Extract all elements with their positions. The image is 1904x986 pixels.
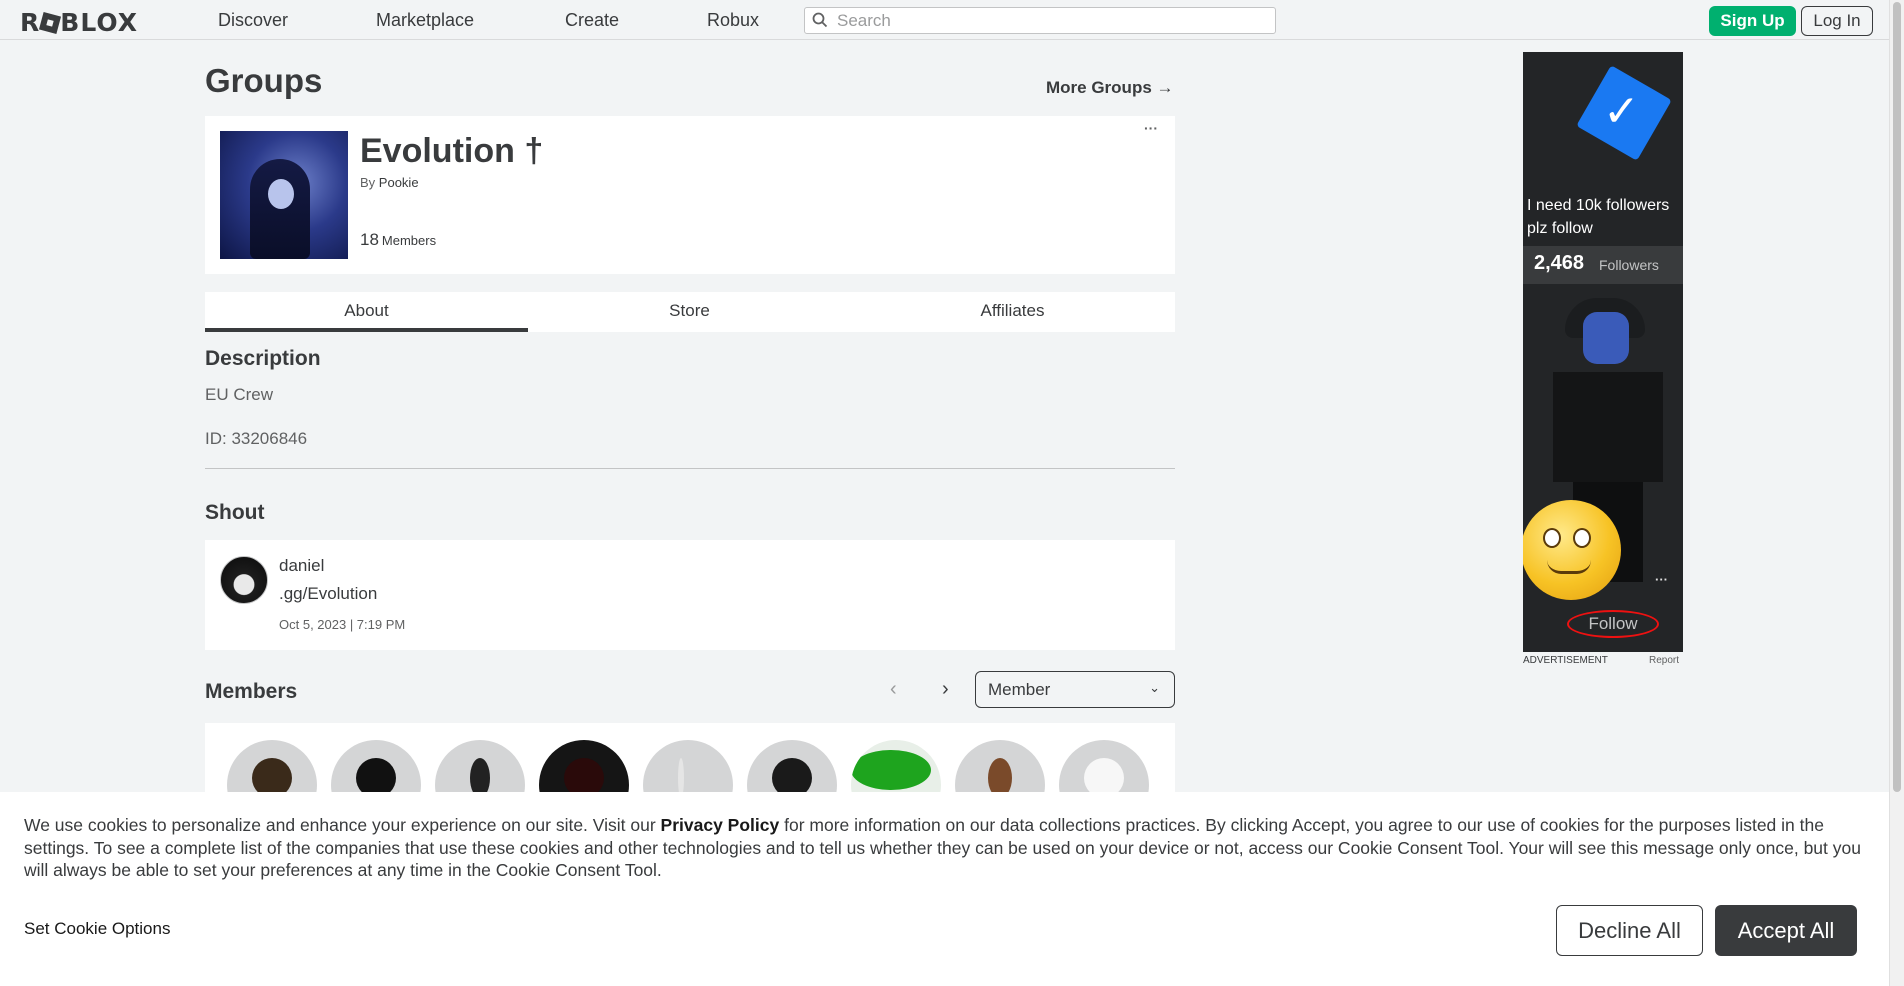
description-heading: Description [205,347,321,370]
member-avatar[interactable] [435,740,525,793]
nav-create[interactable]: Create [565,10,619,31]
cookie-text-intro: We use cookies to personalize and enhanc… [24,815,661,835]
cookie-message: We use cookies to personalize and enhanc… [24,814,1864,882]
member-count-label: Members [381,233,437,248]
more-options-icon[interactable]: ··· [1144,120,1158,136]
ad-text: I need 10k followers plz follow [1527,197,1670,237]
member-avatar[interactable] [539,740,629,793]
more-groups-link[interactable]: More Groups → [1046,78,1174,98]
tab-affiliates[interactable]: Affiliates [851,292,1174,332]
member-avatar[interactable] [955,740,1045,793]
page-title: Groups [205,62,323,99]
member-avatar[interactable] [747,740,837,793]
nav-discover[interactable]: Discover [218,10,288,31]
group-id: ID: 33206846 [205,429,308,448]
roblox-logo[interactable]: R BLOX [20,8,138,37]
group-description: EU Crew [205,385,274,404]
shout-card: daniel .gg/Evolution Oct 5, 2023 | 7:19 … [205,540,1175,650]
ad-followers-label: Followers [1599,257,1659,273]
member-avatar[interactable] [331,740,421,793]
group-owner-line: By Pookie [360,175,419,190]
advertisement-label: ADVERTISEMENT [1523,655,1608,666]
group-name: Evolution † [360,132,544,170]
top-navigation: R BLOX Discover Marketplace Create Robux … [0,0,1889,40]
set-cookie-options-link[interactable]: Set Cookie Options [24,919,170,939]
decline-all-button[interactable]: Decline All [1556,905,1703,956]
search-box [804,7,1276,34]
ad-follow-button[interactable]: Follow [1567,610,1659,638]
group-owner-link[interactable]: Pookie [379,175,419,190]
tab-about[interactable]: About [205,292,528,332]
shout-message: .gg/Evolution [279,584,378,603]
sidebar-advertisement[interactable]: ✓ I need 10k followers plz follow 2,468 … [1523,52,1683,652]
checkmark-icon: ✓ [1603,87,1640,136]
member-avatar[interactable] [1059,740,1149,793]
ad-more-icon: ··· [1655,572,1668,587]
page-scrollbar[interactable] [1889,0,1904,986]
shout-heading: Shout [205,501,265,524]
group-member-count: 18 Members [360,230,436,250]
pleading-emoji-icon [1523,500,1621,600]
ad-followers-count: 2,468 [1534,252,1585,274]
search-input[interactable] [837,10,1267,31]
chevron-down-icon: ⌄ [1149,680,1160,695]
scrollbar-thumb[interactable] [1893,2,1901,792]
chevron-right-icon[interactable]: › [942,678,949,701]
privacy-policy-link[interactable]: Privacy Policy [661,815,780,835]
cookie-banner: We use cookies to personalize and enhanc… [0,792,1889,986]
shout-timestamp: Oct 5, 2023 | 7:19 PM [279,617,406,632]
report-ad-link[interactable]: Report [1649,655,1679,666]
member-avatar[interactable] [851,740,941,793]
nav-robux[interactable]: Robux [707,10,759,31]
role-select[interactable]: Member ⌄ [975,671,1175,708]
member-count-value: 18 [360,230,379,249]
chevron-left-icon[interactable]: ‹ [890,678,897,701]
accept-all-button[interactable]: Accept All [1715,905,1857,956]
member-avatar[interactable] [643,740,733,793]
nav-marketplace[interactable]: Marketplace [376,10,474,31]
section-divider [205,468,1175,469]
group-tabs: About Store Affiliates [205,292,1175,332]
group-header-card: Evolution † By Pookie 18 Members ··· [205,116,1175,274]
avatar[interactable] [220,556,268,604]
role-select-value: Member [988,680,1051,699]
tab-store[interactable]: Store [528,292,851,332]
member-avatar[interactable] [227,740,317,793]
search-icon [812,12,828,28]
members-heading: Members [205,680,298,703]
signup-button[interactable]: Sign Up [1709,6,1796,36]
shout-username[interactable]: daniel [279,556,324,576]
login-button[interactable]: Log In [1801,6,1873,36]
group-emblem [220,131,348,259]
by-label: By [360,175,376,190]
members-list [205,723,1175,793]
